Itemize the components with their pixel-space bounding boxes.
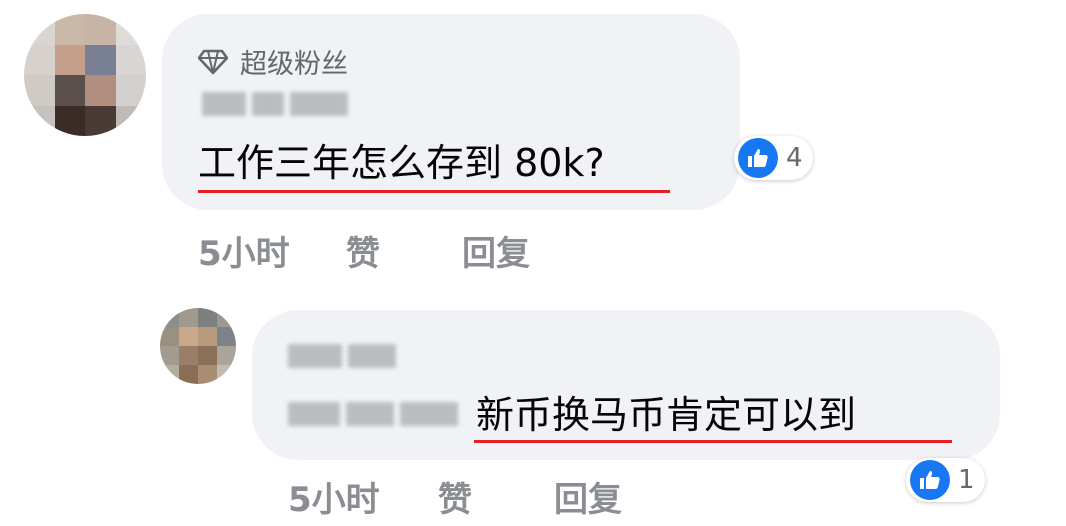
- reply-text: 新币换马币肯定可以到: [476, 393, 857, 437]
- author-name-blurred[interactable]: [202, 92, 348, 116]
- timestamp[interactable]: 5小时: [288, 472, 438, 521]
- comment-actions: 5小时 赞 回复: [198, 226, 530, 275]
- avatar[interactable]: [24, 14, 146, 136]
- reaction-count-badge[interactable]: 4: [734, 136, 813, 180]
- mention-name-blurred[interactable]: [288, 402, 458, 426]
- comment-bubble: 超级粉丝 工作三年怎么存到 80k?: [162, 14, 740, 210]
- reaction-count-badge[interactable]: 1: [906, 458, 985, 502]
- like-button[interactable]: 赞: [438, 472, 554, 521]
- avatar[interactable]: [160, 308, 236, 384]
- comment-text-underline: [198, 190, 670, 193]
- reply-button[interactable]: 回复: [554, 472, 622, 521]
- timestamp[interactable]: 5小时: [198, 226, 346, 275]
- top-fan-badge[interactable]: 超级粉丝: [198, 42, 348, 81]
- thumbs-up-icon: [738, 138, 778, 178]
- comment-text: 工作三年怎么存到 80k?: [198, 141, 605, 185]
- like-button[interactable]: 赞: [346, 226, 462, 275]
- diamond-icon: [198, 49, 228, 74]
- reply-text-underline: [474, 440, 952, 443]
- reaction-count: 4: [786, 143, 803, 173]
- reaction-count: 1: [958, 465, 975, 495]
- reply-button[interactable]: 回复: [462, 226, 530, 275]
- thumbs-up-icon: [910, 460, 950, 500]
- author-name-blurred[interactable]: [288, 344, 396, 368]
- reply-actions: 5小时 赞 回复: [288, 472, 622, 521]
- badge-label: 超级粉丝: [240, 49, 348, 80]
- reply-bubble: 新币换马币肯定可以到: [252, 310, 1000, 460]
